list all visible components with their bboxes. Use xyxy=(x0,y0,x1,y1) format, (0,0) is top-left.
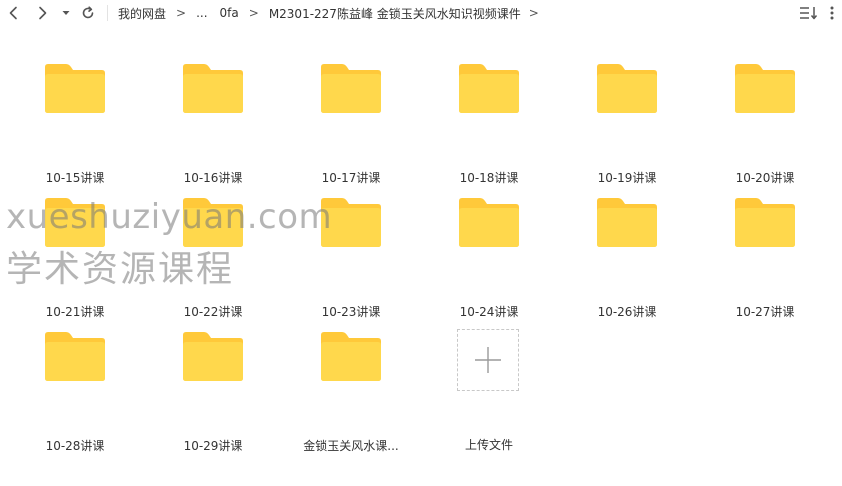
folder-item[interactable]: 金锁玉关风水课... xyxy=(291,330,411,453)
folder-item[interactable]: 10-23讲课 xyxy=(291,196,411,319)
folder-icon xyxy=(459,198,519,247)
folder-item[interactable]: 10-17讲课 xyxy=(291,62,411,185)
breadcrumb-current[interactable]: M2301-227陈益峰 金锁玉关风水知识视频课件 xyxy=(269,5,521,22)
folder-name: 10-23讲课 xyxy=(321,305,381,319)
folder-icon xyxy=(45,64,105,113)
folder-name: 10-26讲课 xyxy=(597,305,657,319)
folder-name: 10-16讲课 xyxy=(183,171,243,185)
folder-item[interactable]: 10-29讲课 xyxy=(153,330,273,453)
toolbar: 我的网盘 > ... 0fa > M2301-227陈益峰 金锁玉关风水知识视频… xyxy=(0,0,842,26)
folder-name: 10-20讲课 xyxy=(735,171,795,185)
folder-icon xyxy=(459,64,519,113)
folder-item[interactable]: 10-22讲课 xyxy=(153,196,273,319)
breadcrumb: 我的网盘 > ... 0fa > M2301-227陈益峰 金锁玉关风水知识视频… xyxy=(118,4,539,22)
folder-icon xyxy=(597,64,657,113)
folder-icon xyxy=(183,198,243,247)
file-grid: 10-15讲课 10-16讲课 10-17讲课 10-18讲课 10-19讲课 … xyxy=(0,26,842,486)
folder-item[interactable]: 10-19讲课 xyxy=(567,62,687,185)
folder-icon xyxy=(735,198,795,247)
refresh-icon xyxy=(82,6,94,19)
sort-button[interactable] xyxy=(798,4,818,22)
folder-item[interactable]: 10-21讲课 xyxy=(15,196,135,319)
forward-button[interactable] xyxy=(32,3,52,23)
breadcrumb-root[interactable]: 我的网盘 xyxy=(118,5,166,22)
breadcrumb-segment[interactable]: 0fa xyxy=(220,6,239,20)
back-button[interactable] xyxy=(4,3,24,23)
breadcrumb-separator: > xyxy=(528,6,539,20)
folder-item[interactable]: 10-18讲课 xyxy=(429,62,549,185)
folder-icon xyxy=(321,64,381,113)
folder-icon xyxy=(183,64,243,113)
breadcrumb-separator: > xyxy=(248,6,259,20)
history-dropdown-button[interactable] xyxy=(58,3,74,23)
chevron-left-icon xyxy=(9,6,17,20)
refresh-button[interactable] xyxy=(78,3,98,23)
folder-item[interactable]: 10-24讲课 xyxy=(429,196,549,319)
folder-icon xyxy=(597,198,657,247)
folder-name: 10-18讲课 xyxy=(459,171,519,185)
more-vertical-icon xyxy=(830,6,834,20)
folder-item[interactable]: 10-26讲课 xyxy=(567,196,687,319)
folder-item[interactable]: 10-28讲课 xyxy=(15,330,135,453)
folder-name: 金锁玉关风水课... xyxy=(303,439,399,453)
folder-name: 10-24讲课 xyxy=(459,305,519,319)
folder-name: 10-21讲课 xyxy=(45,305,105,319)
breadcrumb-separator: > xyxy=(176,6,187,20)
file-browser-window: 我的网盘 > ... 0fa > M2301-227陈益峰 金锁玉关风水知识视频… xyxy=(0,0,842,486)
sort-icon xyxy=(800,7,818,20)
upload-file-tile[interactable]: 上传文件 xyxy=(429,329,549,452)
folder-icon xyxy=(321,198,381,247)
breadcrumb-ellipsis[interactable]: ... xyxy=(196,6,207,20)
folder-name: 10-29讲课 xyxy=(183,439,243,453)
folder-item[interactable]: 10-16讲课 xyxy=(153,62,273,185)
plus-icon xyxy=(475,347,501,373)
upload-label: 上传文件 xyxy=(464,438,513,452)
folder-name: 10-27讲课 xyxy=(735,305,795,319)
folder-item[interactable]: 10-15讲课 xyxy=(15,62,135,185)
caret-down-icon xyxy=(62,11,70,15)
folder-name: 10-15讲课 xyxy=(45,171,105,185)
more-options-button[interactable] xyxy=(826,4,838,22)
folder-icon xyxy=(321,332,381,381)
folder-icon xyxy=(183,332,243,381)
chevron-right-icon xyxy=(39,6,47,20)
folder-item[interactable]: 10-27讲课 xyxy=(705,196,825,319)
toolbar-divider xyxy=(107,5,108,21)
folder-name: 10-17讲课 xyxy=(321,171,381,185)
folder-item[interactable]: 10-20讲课 xyxy=(705,62,825,185)
upload-dropzone[interactable] xyxy=(457,329,519,391)
folder-icon xyxy=(735,64,795,113)
folder-icon xyxy=(45,198,105,247)
folder-name: 10-19讲课 xyxy=(597,171,657,185)
folder-name: 10-22讲课 xyxy=(183,305,243,319)
folder-icon xyxy=(45,332,105,381)
folder-name: 10-28讲课 xyxy=(45,439,105,453)
